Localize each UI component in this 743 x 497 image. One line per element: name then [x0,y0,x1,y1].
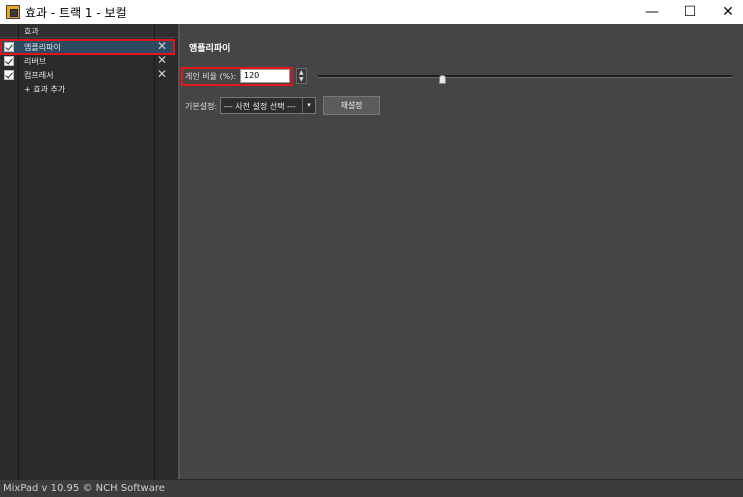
effects-header-label: 효과 [24,27,39,36]
remove-effect-icon[interactable]: ✕ [157,67,167,81]
effect-enable-checkbox[interactable] [4,56,14,66]
app-icon [6,5,20,19]
minimize-button[interactable]: — [632,0,672,24]
gain-slider-track[interactable] [318,75,732,78]
effect-label: 컴프레서 [24,71,54,80]
spin-up-icon[interactable]: ▲ [299,69,304,76]
spin-down-icon[interactable]: ▼ [299,76,304,83]
effect-settings-panel: 앰플리파이 게인 비율 (%): 120 ▲ ▼ 기본설정: --- 사전 설정… [180,24,743,479]
selected-effect-highlight [0,39,175,55]
reset-button[interactable]: 재설정 [323,96,380,115]
preset-label: 기본설정: [185,102,218,111]
effects-list-header: 효과 [0,24,178,38]
effect-title: 앰플리파이 [189,44,231,54]
gain-slider-thumb[interactable] [438,75,446,84]
column-divider [154,24,155,479]
effect-enable-checkbox[interactable] [4,70,14,80]
window-title: 효과 - 트랙 1 - 보컬 [25,6,127,20]
preset-value: --- 사전 설정 선택 --- [224,102,296,111]
chevron-down-icon[interactable]: ▾ [302,98,315,113]
effect-row-compressor[interactable]: 컴프레서 ✕ [0,67,175,81]
column-divider [18,24,19,479]
effect-row-reverb[interactable]: 리버브 ✕ [0,53,175,67]
close-button[interactable]: ✕ [708,0,743,24]
preset-dropdown[interactable]: --- 사전 설정 선택 --- ▾ [220,97,316,114]
gain-field-highlight [181,67,293,86]
remove-effect-icon[interactable]: ✕ [157,53,167,67]
maximize-button[interactable]: ☐ [670,0,710,24]
gain-ratio-spinner[interactable]: ▲ ▼ [296,68,307,84]
effect-label: 리버브 [24,57,47,66]
status-text: MixPad v 10.95 © NCH Software [3,483,165,494]
status-bar: MixPad v 10.95 © NCH Software [0,479,743,497]
add-effect-link[interactable]: + 효과 추가 [24,84,65,95]
title-bar: 효과 - 트랙 1 - 보컬 — ☐ ✕ [0,0,743,24]
effects-list-panel: 효과 앰플리파이 ✕ 리버브 ✕ 컴프레서 ✕ + 효과 추가 [0,24,178,479]
